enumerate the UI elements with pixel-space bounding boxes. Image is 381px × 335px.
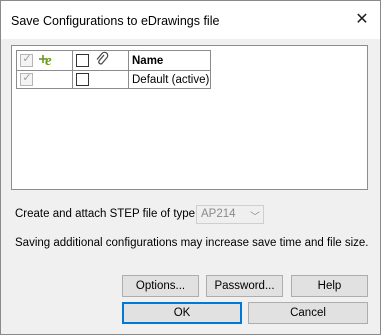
name-column-header[interactable]: Name [128,50,211,71]
step-type-select[interactable]: AP214 ﹀ [196,205,264,224]
table-row: ✓ Default (active) [16,70,211,89]
chevron-down-icon: ﹀ [250,212,260,223]
window-title: Save Configurations to eDrawings file [11,14,220,28]
header-cell-edrawings: ✓ e [16,50,73,71]
include-config-checkbox[interactable]: ✓ [20,72,33,86]
step-file-label: Create and attach STEP file of type: [15,208,199,220]
info-text: Saving additional configurations may inc… [15,237,369,249]
svg-text:e: e [45,53,52,67]
cancel-button[interactable]: Cancel [248,302,368,324]
save-configurations-dialog: Save Configurations to eDrawings file ✕ … [0,0,381,335]
edrawings-icon: e [38,51,60,70]
row-cell-attach [72,70,129,89]
select-all-edrawings-checkbox[interactable]: ✓ [20,53,33,67]
row-cell-edrawings: ✓ [16,70,73,89]
configurations-table: ✓ e Name ✓ Default (active) [16,50,211,89]
title-bar: Save Configurations to eDrawings file ✕ [1,1,380,39]
configurations-list: ✓ e Name ✓ Default (active) [11,45,368,190]
table-header-row: ✓ e Name [16,50,211,71]
paperclip-icon [94,51,110,70]
ok-button[interactable]: OK [122,302,242,324]
header-cell-attach [72,50,129,71]
configuration-name: Default (active) [128,70,211,89]
options-button[interactable]: Options... [122,275,199,297]
step-type-value: AP214 [201,208,236,220]
select-all-attach-checkbox[interactable] [76,54,89,67]
attach-config-checkbox[interactable] [76,73,89,86]
close-icon[interactable]: ✕ [352,10,372,30]
help-button[interactable]: Help [291,275,368,297]
password-button[interactable]: Password... [206,275,283,297]
